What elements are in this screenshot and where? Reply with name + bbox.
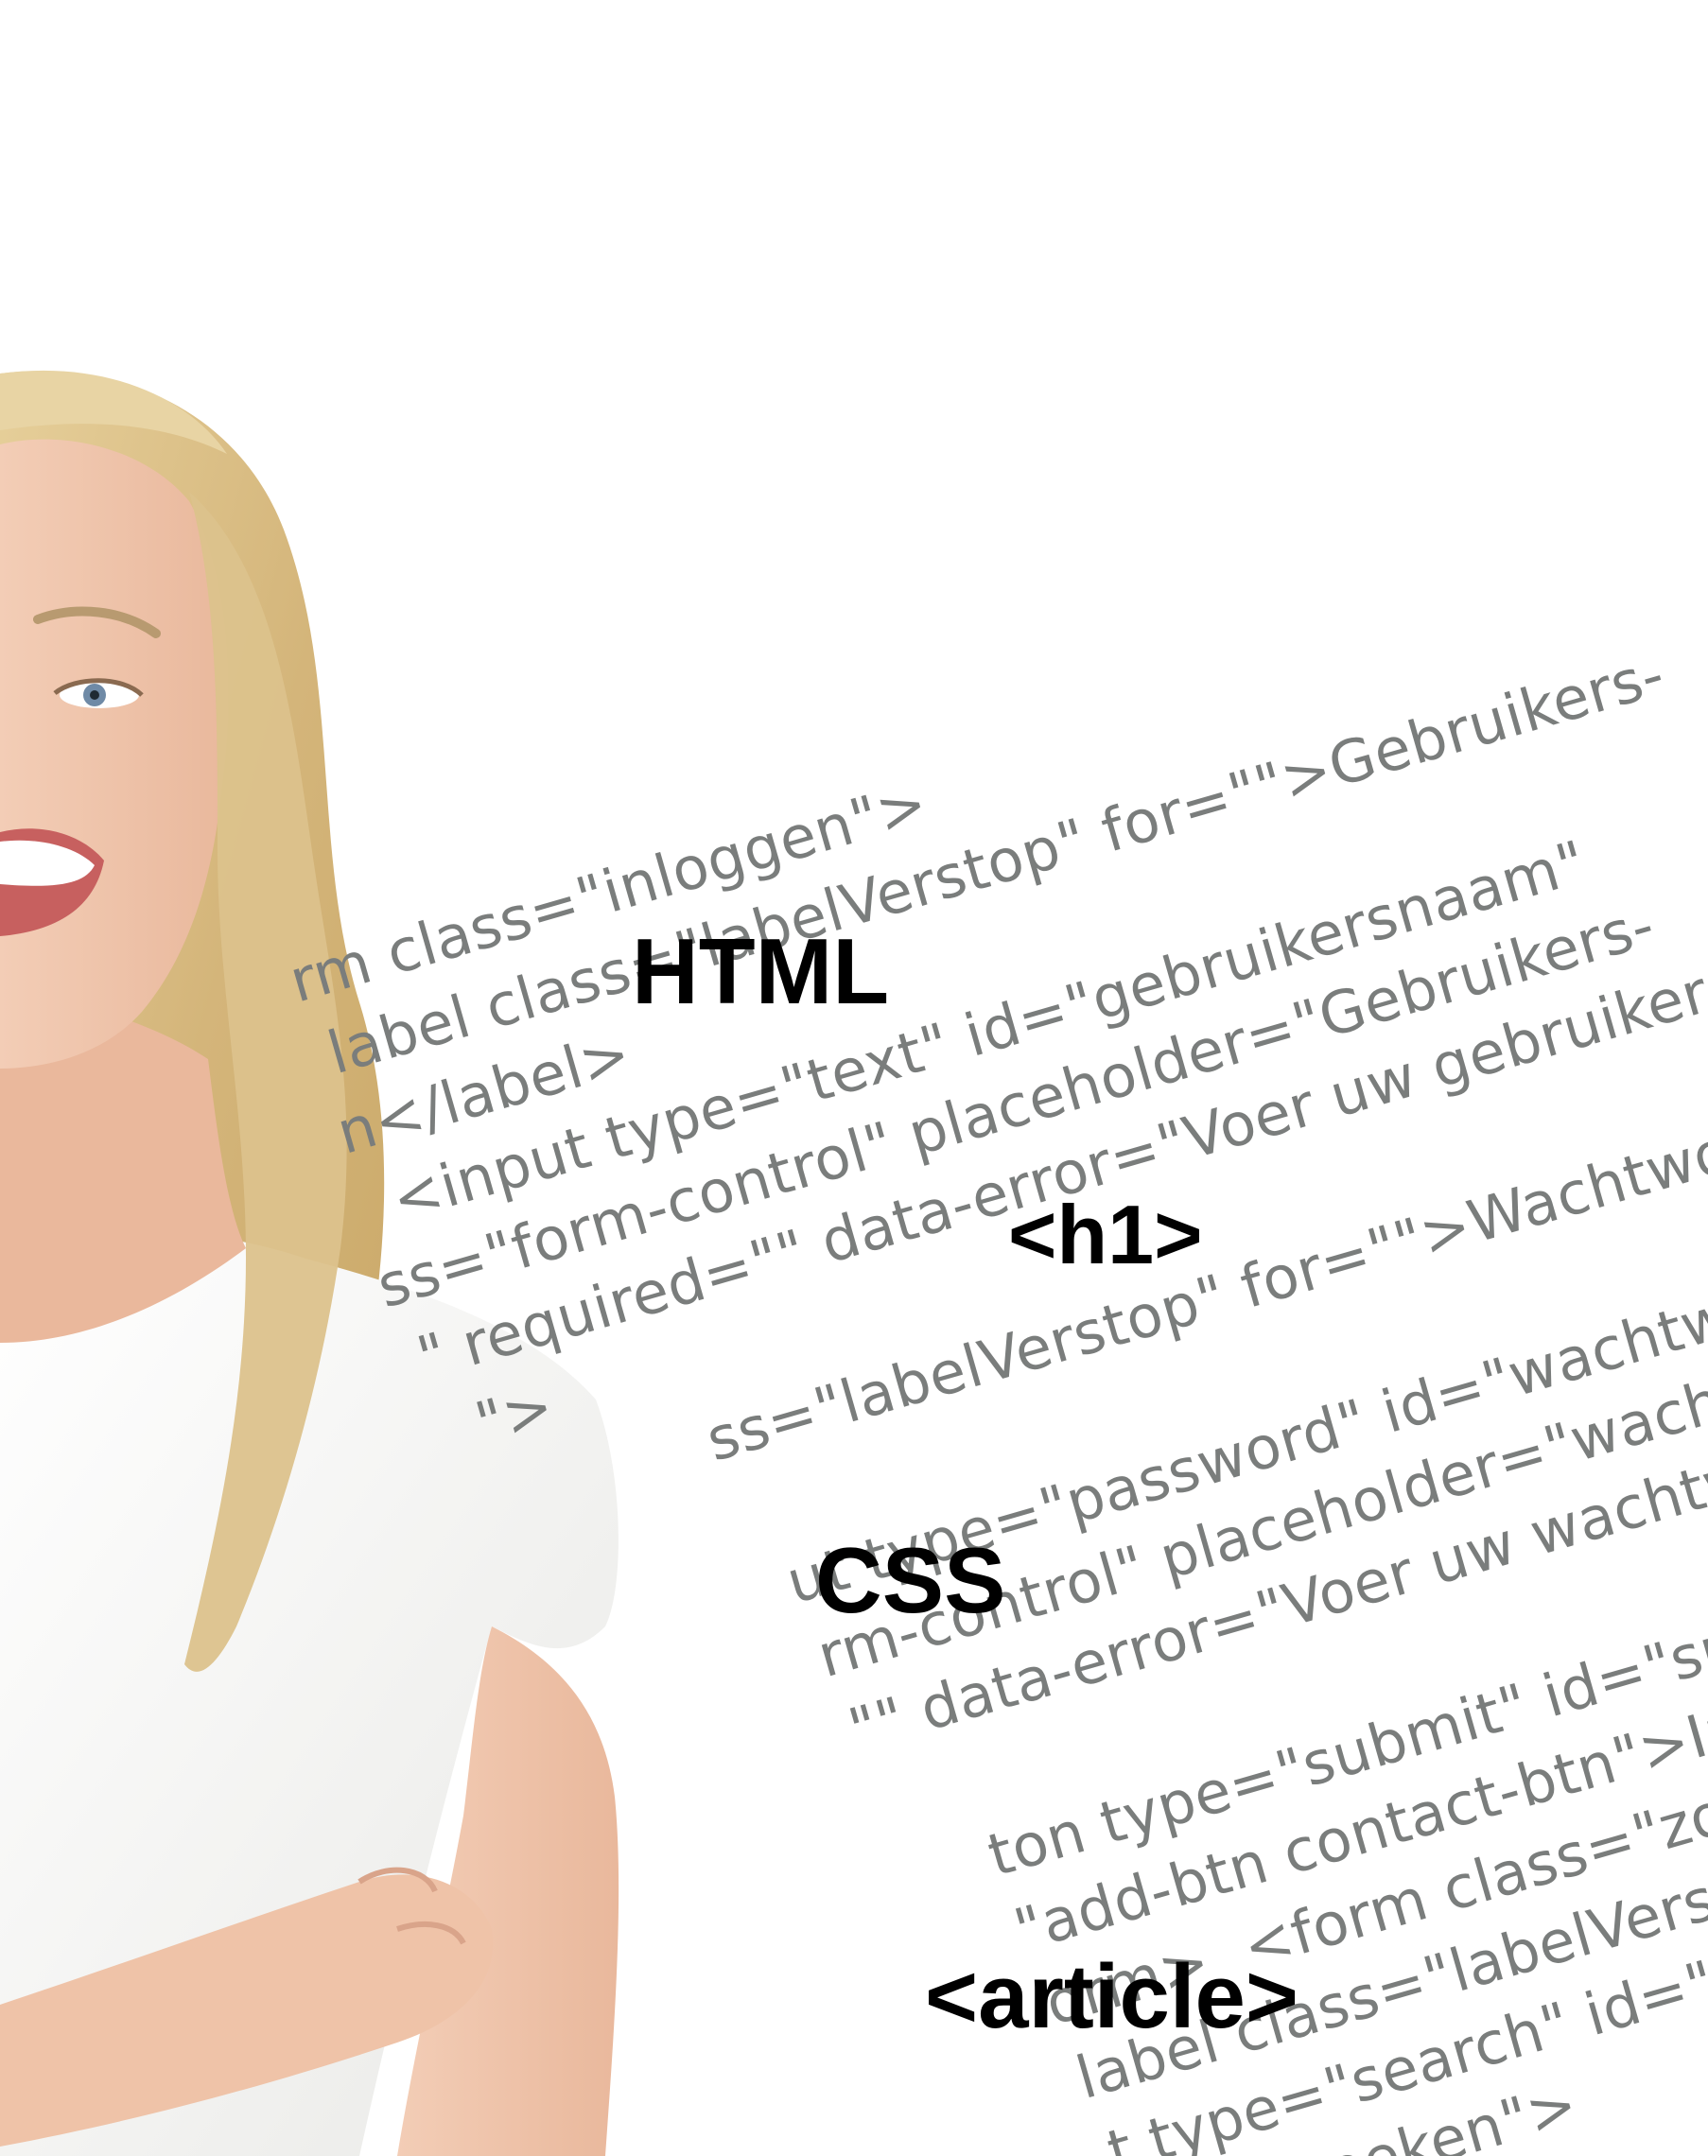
stage: rm class="inloggen"> label class="labelVe…	[0, 0, 1708, 2156]
keyword-html: HTML	[632, 919, 890, 1023]
keyword-article: <article>	[925, 1946, 1298, 2047]
keyword-h1: <h1>	[1008, 1188, 1203, 1281]
keyword-css: CSS	[815, 1528, 1006, 1632]
